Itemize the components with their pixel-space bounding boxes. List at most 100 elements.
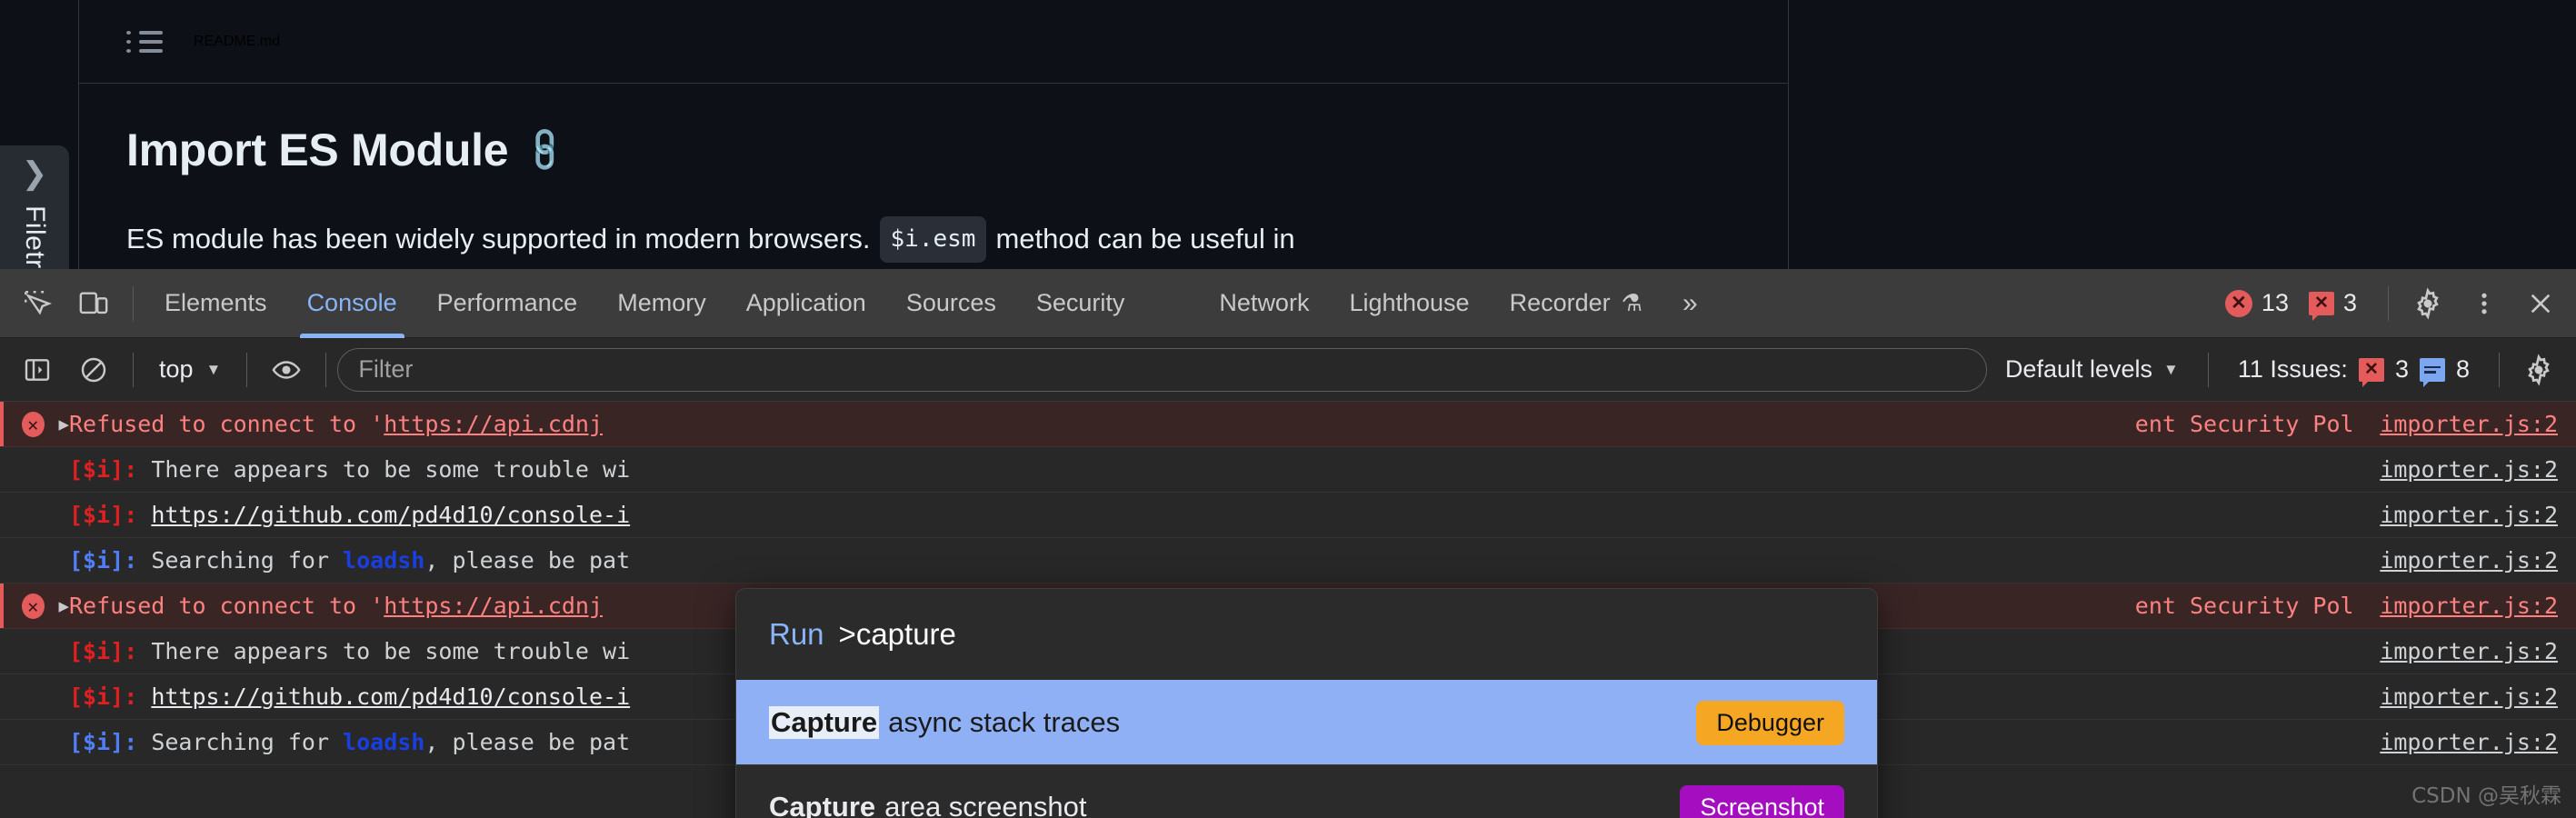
log-gutter: ✕ ▶ (13, 411, 69, 437)
toolbar-divider (2499, 352, 2500, 387)
section-heading: Import ES Module 🔗 (126, 124, 1741, 176)
warning-count-badge[interactable]: ✕ 3 (2308, 289, 2357, 321)
caret-down-icon: ▼ (2163, 360, 2179, 378)
link-icon[interactable]: 🔗 (519, 124, 572, 176)
disclosure-triangle-icon[interactable]: ▶ (59, 596, 69, 616)
command-item-badge: Screenshot (1680, 784, 1844, 818)
tab-network[interactable]: Network (1199, 269, 1329, 338)
console-toolbar: top ▼ Filter Default levels ▼ 11 Issues:… (0, 338, 2576, 402)
log-message: [$i]: Searching for loadsh, please be pa… (69, 547, 631, 574)
clear-console-icon[interactable] (65, 342, 122, 398)
toolbar-divider (133, 352, 134, 387)
readme-filename: README.md (194, 33, 281, 49)
readme-body: Import ES Module 🔗 ES module has been wi… (79, 84, 1788, 263)
issues-info-count: 8 (2455, 355, 2470, 383)
tab-elements[interactable]: Elements (145, 269, 287, 338)
toolbar-divider (325, 352, 327, 387)
tab-label: Memory (617, 289, 706, 316)
command-palette-item[interactable]: Capture async stack traces Debugger (736, 680, 1877, 764)
log-message: [$i]: https://github.com/pd4d10/console-… (69, 502, 631, 528)
command-palette-header: Run >capture (736, 589, 1877, 680)
toolbar-divider (2207, 352, 2209, 387)
tab-label: Application (745, 289, 866, 316)
command-item-rest: area screenshot (884, 791, 1087, 818)
tab-label: Lighthouse (1349, 289, 1470, 316)
command-item-match: Capture (769, 706, 880, 739)
tab-sources[interactable]: Sources (886, 269, 1016, 338)
tab-console[interactable]: Console (287, 269, 417, 338)
tab-label: Network (1219, 289, 1310, 316)
devtools-tabbar-right: ✕ 13 ✕ 3 (2224, 275, 2576, 332)
console-sidebar-icon[interactable] (9, 342, 65, 398)
command-palette-prompt-label: Run (769, 617, 824, 651)
table-row[interactable]: ✕ ▶ Refused to connect to 'https://api.c… (0, 402, 2576, 447)
toolbar-divider (246, 352, 248, 387)
command-palette-query[interactable]: >capture (839, 617, 956, 652)
gear-icon[interactable] (2400, 275, 2456, 332)
toolbar-divider (2388, 285, 2389, 321)
command-item-label: Capture area screenshot (769, 791, 1086, 818)
log-source-link[interactable]: importer.js:2 (2380, 638, 2558, 664)
log-source-link[interactable]: importer.js:2 (2380, 729, 2558, 755)
flask-icon: ⚗ (1621, 289, 1642, 316)
error-circle-icon: ✕ (22, 411, 45, 437)
close-icon[interactable] (2512, 275, 2569, 332)
filter-input[interactable]: Filter (337, 347, 1987, 392)
tab-performance[interactable]: Performance (417, 269, 598, 338)
paragraph-text-before: ES module has been widely supported in m… (126, 223, 871, 255)
devtools-tabbar: Elements Console Performance Memory Appl… (0, 269, 2576, 338)
tab-lighthouse[interactable]: Lighthouse (1329, 269, 1489, 338)
table-row[interactable]: [$i]: There appears to be some trouble w… (0, 447, 2576, 493)
issue-info-icon (2419, 357, 2445, 387)
tab-label: Elements (165, 289, 267, 316)
tab-security[interactable]: Security (1016, 269, 1145, 338)
paragraph-text-after: method can be useful in (995, 223, 1295, 255)
log-message: Refused to connect to 'https://api.cdnj … (69, 411, 2353, 437)
table-row[interactable]: [$i]: Searching for loadsh, please be pa… (0, 538, 2576, 584)
log-source-link[interactable]: importer.js:2 (2380, 593, 2558, 619)
log-source-link[interactable]: importer.js:2 (2380, 411, 2558, 437)
tab-label: Performance (436, 289, 578, 316)
command-item-match: Capture (769, 791, 876, 818)
section-heading-text: Import ES Module (126, 125, 509, 175)
log-gutter: ✕ ▶ (13, 593, 69, 619)
gear-icon[interactable] (2511, 342, 2567, 398)
issues-summary[interactable]: 11 Issues: ✕ 3 8 (2220, 355, 2488, 387)
watermark: CSDN @吴秋霖 (2411, 784, 2561, 808)
tab-label: Console (306, 289, 397, 316)
log-levels-label: Default levels (2004, 355, 2153, 383)
issue-square-icon: ✕ (2308, 291, 2334, 321)
tab-recorder[interactable]: Recorder ⚗ (1490, 269, 1662, 338)
tab-label: Sources (905, 289, 996, 316)
caret-down-icon: ▼ (205, 360, 222, 378)
device-toolbar-icon[interactable] (65, 275, 122, 332)
error-count-badge[interactable]: ✕ 13 (2224, 289, 2289, 317)
inspect-element-icon[interactable] (9, 275, 65, 332)
tab-application[interactable]: Application (726, 269, 886, 338)
disclosure-triangle-icon[interactable]: ▶ (59, 414, 69, 434)
error-count-value: 13 (2261, 289, 2289, 316)
log-source-link[interactable]: importer.js:2 (2380, 547, 2558, 574)
command-palette-item[interactable]: Capture area screenshot Screenshot (736, 764, 1877, 818)
section-paragraph: ES module has been widely supported in m… (126, 216, 1741, 263)
log-source-link[interactable]: importer.js:2 (2380, 502, 2558, 528)
issues-label: 11 Issues: (2237, 355, 2348, 383)
table-row[interactable]: [$i]: https://github.com/pd4d10/console-… (0, 493, 2576, 538)
chevron-double-right-icon[interactable]: » (1662, 288, 1718, 319)
readme-header: README.md (79, 0, 1788, 84)
list-unordered-icon[interactable] (126, 26, 163, 57)
tab-memory[interactable]: Memory (597, 269, 726, 338)
command-palette[interactable]: Run >capture Capture async stack traces … (736, 589, 1877, 818)
log-source-link[interactable]: importer.js:2 (2380, 683, 2558, 710)
error-circle-icon: ✕ (2224, 289, 2252, 317)
devtools-panel: Elements Console Performance Memory Appl… (0, 269, 2576, 818)
log-message: [$i]: There appears to be some trouble w… (69, 456, 631, 483)
command-item-badge: Debugger (1696, 700, 1844, 745)
live-expression-eye-icon[interactable] (258, 342, 315, 398)
toolbar-divider (133, 285, 134, 321)
log-source-link[interactable]: importer.js:2 (2380, 456, 2558, 483)
log-levels-selector[interactable]: Default levels ▼ (1987, 355, 2197, 384)
kebab-menu-icon[interactable] (2456, 275, 2512, 332)
execution-context-selector[interactable]: top ▼ (145, 355, 235, 384)
command-item-label: Capture async stack traces (769, 706, 1120, 739)
